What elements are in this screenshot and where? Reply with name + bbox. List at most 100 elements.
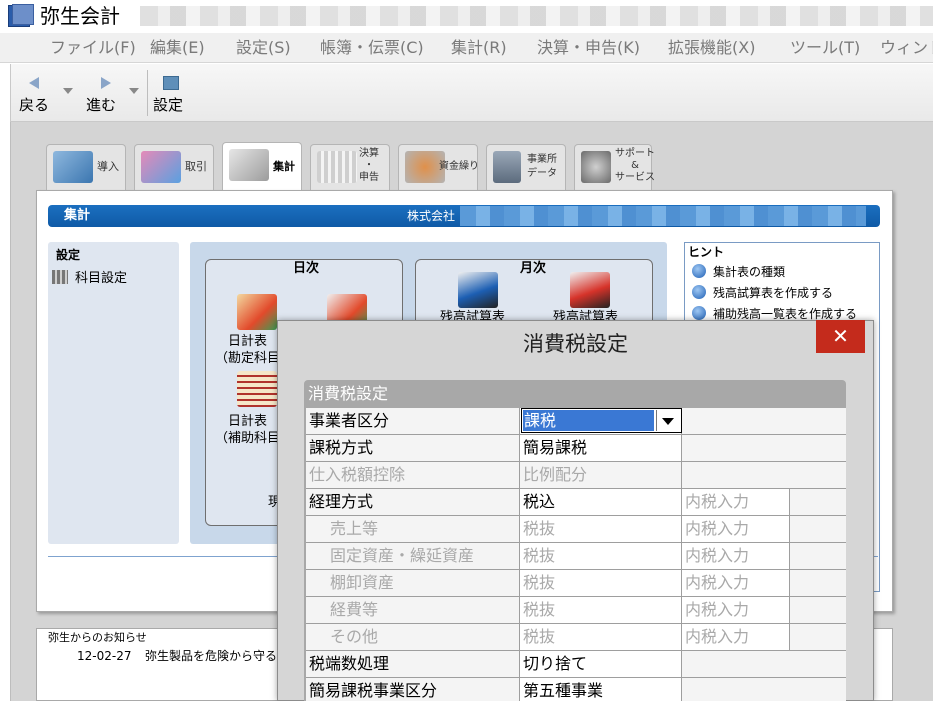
tab-closing[interactable]: 決算 ・ 申告 xyxy=(310,144,390,190)
table-row: その他 税抜 内税入力 xyxy=(306,624,846,651)
daily-report-account-link[interactable]: 日計表 （勘定科目 xyxy=(215,333,280,367)
row-sub-value: 内税入力 xyxy=(682,516,790,542)
table-row: 経理方式 税込 内税入力 xyxy=(306,489,846,516)
close-button[interactable]: ✕ xyxy=(816,320,865,353)
row-value[interactable]: 簡易課税 xyxy=(520,435,682,461)
menu-tools[interactable]: ツール(T) xyxy=(790,38,860,58)
row-value[interactable]: 税込 xyxy=(520,489,682,515)
hint-bullet-icon xyxy=(692,285,706,299)
tab-support[interactable]: サポート & サービス xyxy=(574,144,655,190)
trial-balance-icon[interactable] xyxy=(458,272,498,308)
company-name-redacted xyxy=(460,206,866,226)
forward-dropdown-icon[interactable] xyxy=(129,88,139,94)
row-value: 税抜 xyxy=(520,543,682,569)
back-arrow-icon xyxy=(29,74,45,89)
row-empty xyxy=(682,651,846,677)
settings-icon xyxy=(163,76,179,90)
hint-title: ヒント xyxy=(688,245,725,259)
dialog-title: 消費税設定 xyxy=(523,332,628,356)
row-label: 経費等 xyxy=(306,597,520,623)
business-type-selected[interactable]: 課税 xyxy=(523,410,654,431)
row-label: 仕入税額控除 xyxy=(306,462,520,488)
toolbar: 戻る 進む 設定 xyxy=(10,64,933,122)
news-title: 弥生からのお知らせ xyxy=(48,631,147,644)
row-empty xyxy=(790,489,846,515)
menu-books[interactable]: 帳簿・伝票(C) xyxy=(320,38,424,58)
monthly-title: 月次 xyxy=(520,261,547,276)
row-value: 税抜 xyxy=(520,597,682,623)
tab-office-data[interactable]: 事業所 データ xyxy=(486,144,566,190)
panel-title: 集計 xyxy=(64,208,91,223)
account-books-icon xyxy=(52,270,68,284)
row-value: 税抜 xyxy=(520,516,682,542)
window-title: 弥生会計 xyxy=(40,4,120,28)
tab-aggregate[interactable]: 集計 xyxy=(222,142,302,190)
forward-arrow-icon xyxy=(95,74,111,89)
table-row: 経費等 税抜 内税入力 xyxy=(306,597,846,624)
support-headset-icon xyxy=(581,151,611,183)
daily-report-sub-account-link[interactable]: 日計表 （補助科目 xyxy=(215,413,280,447)
hint-bullet-icon xyxy=(692,264,706,278)
hint-item[interactable]: 集計表の種類 xyxy=(692,264,785,280)
table-row: 税端数処理 切り捨て xyxy=(306,651,846,678)
row-sub-value: 内税入力 xyxy=(682,489,790,515)
row-label: 経理方式 xyxy=(306,489,520,515)
account-settings-link[interactable]: 科目設定 xyxy=(75,270,127,287)
table-row: 棚卸資産 税抜 内税入力 xyxy=(306,570,846,597)
row-empty xyxy=(790,516,846,542)
row-value: 税抜 xyxy=(520,570,682,596)
row-label: その他 xyxy=(306,624,520,650)
hint-item[interactable]: 残高試算表を作成する xyxy=(692,285,833,301)
row-empty xyxy=(682,678,846,701)
back-button[interactable]: 戻る xyxy=(19,96,49,114)
trial-balance-icon-2[interactable] xyxy=(570,272,610,308)
row-value: 税抜 xyxy=(520,624,682,650)
row-label: 固定資産・繰延資産 xyxy=(306,543,520,569)
building-icon xyxy=(493,151,521,183)
row-sub-value: 内税入力 xyxy=(682,597,790,623)
daily-title: 日次 xyxy=(293,261,320,276)
tab-introduction[interactable]: 導入 xyxy=(46,144,126,190)
menu-aggregate[interactable]: 集計(R) xyxy=(451,38,507,58)
menu-window[interactable]: ウィンドウ xyxy=(880,38,933,58)
title-redacted xyxy=(140,6,933,26)
row-value[interactable]: 第五種事業 xyxy=(520,678,682,701)
row-empty xyxy=(790,597,846,623)
introduction-icon xyxy=(53,151,93,183)
menu-closing[interactable]: 決算・申告(K) xyxy=(537,38,640,58)
row-value[interactable]: 切り捨て xyxy=(520,651,682,677)
row-sub-value: 内税入力 xyxy=(682,543,790,569)
calculator-icon xyxy=(229,149,269,181)
row-label: 棚卸資産 xyxy=(306,570,520,596)
daily-report-icon[interactable] xyxy=(237,294,277,330)
menu-extensions[interactable]: 拡張機能(X) xyxy=(668,38,755,58)
menu-file[interactable]: ファイル(F) xyxy=(50,38,136,58)
row-empty xyxy=(682,408,846,434)
menu-edit[interactable]: 編集(E) xyxy=(150,38,205,58)
row-empty xyxy=(790,624,846,650)
table-row: 固定資産・繰延資産 税抜 内税入力 xyxy=(306,543,846,570)
settings-section xyxy=(48,242,179,544)
row-empty xyxy=(790,543,846,569)
row-sub-value: 内税入力 xyxy=(682,570,790,596)
tab-cashflow[interactable]: 資金繰り xyxy=(398,144,479,190)
daily-sub-report-icon[interactable] xyxy=(237,371,277,407)
settings-button[interactable]: 設定 xyxy=(153,96,183,114)
chevron-down-icon[interactable] xyxy=(662,418,674,425)
row-sub-value: 内税入力 xyxy=(682,624,790,650)
row-label: 簡易課税事業区分 xyxy=(306,678,520,701)
grid-section-title: 消費税設定 xyxy=(308,384,389,403)
row-label: 税端数処理 xyxy=(306,651,520,677)
row-label: 事業者区分 xyxy=(306,408,520,434)
system-menu-icon[interactable] xyxy=(12,4,34,25)
table-row: 簡易課税事業区分 第五種事業 xyxy=(306,678,846,701)
back-dropdown-icon[interactable] xyxy=(63,88,73,94)
forward-button[interactable]: 進む xyxy=(86,96,116,114)
menu-settings[interactable]: 設定(S) xyxy=(236,38,291,58)
table-row: 仕入税額控除 比例配分 xyxy=(306,462,846,489)
news-date: 12-02-27 xyxy=(77,649,132,663)
row-empty xyxy=(790,570,846,596)
company-name: 株式会社 xyxy=(407,209,456,223)
tab-transactions[interactable]: 取引 xyxy=(134,144,214,190)
news-link[interactable]: 弥生製品を危険から守る xyxy=(145,649,277,664)
